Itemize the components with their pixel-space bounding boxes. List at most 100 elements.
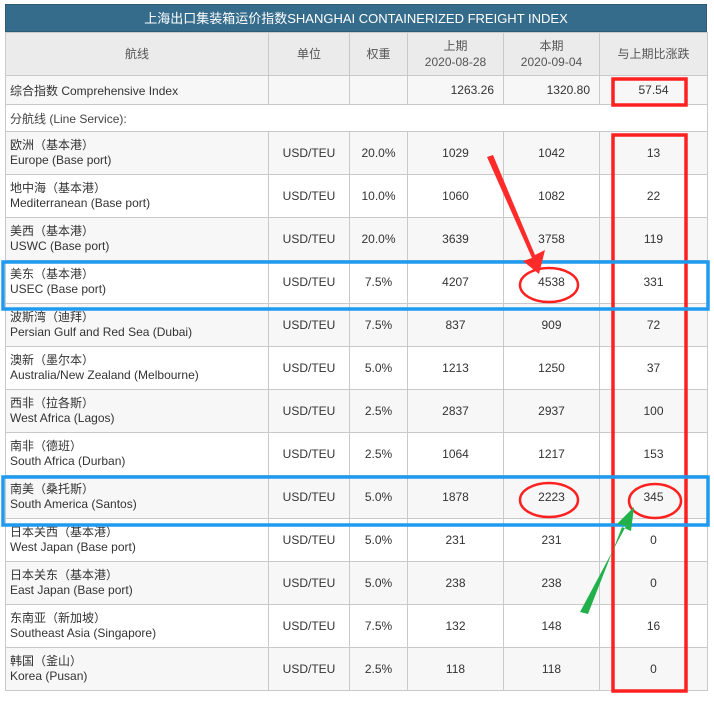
route-change: 13	[599, 131, 708, 175]
route-name: 东南亚（新加坡） Southeast Asia (Singapore)	[5, 604, 269, 648]
route-name-cn: 日本关东（基本港）	[10, 568, 119, 582]
route-name: 澳新（墨尔本） Australia/New Zealand (Melbourne)	[5, 346, 269, 390]
route-name-cn: 韩国（釜山）	[10, 654, 83, 668]
route-prev: 1060	[407, 174, 504, 218]
composite-prev: 1263.26	[407, 75, 504, 105]
route-prev: 1878	[407, 475, 504, 519]
route-change: 16	[599, 604, 708, 648]
route-name: 日本关西（基本港） West Japan (Base port)	[5, 518, 269, 562]
section-row: 分航线 (Line Service):	[5, 104, 708, 132]
route-change: 331	[599, 260, 708, 304]
route-prev: 3639	[407, 217, 504, 261]
route-unit: USD/TEU	[268, 647, 350, 691]
route-name-cn: 西非（拉各斯）	[10, 396, 95, 410]
route-change: 345	[599, 475, 708, 519]
header-weight: 权重	[349, 32, 408, 76]
freight-index-panel: 上海出口集装箱运价指数SHANGHAI CONTAINERIZED FREIGH…	[5, 4, 708, 691]
route-name: 南非（德班） South Africa (Durban)	[5, 432, 269, 476]
route-unit: USD/TEU	[268, 346, 350, 390]
route-name-en: USWC (Base port)	[10, 239, 110, 253]
header-curr-date: 2020-09-04	[520, 55, 583, 69]
composite-name: 综合指数 Comprehensive Index	[5, 75, 269, 105]
route-name-en: West Japan (Base port)	[10, 540, 136, 554]
composite-change: 57.54	[599, 75, 708, 105]
route-name: 美东（基本港） USEC (Base port)	[5, 260, 269, 304]
route-curr: 2223	[503, 475, 600, 519]
route-curr: 231	[503, 518, 600, 562]
route-prev: 1213	[407, 346, 504, 390]
route-unit: USD/TEU	[268, 303, 350, 347]
route-change: 119	[599, 217, 708, 261]
route-curr: 1042	[503, 131, 600, 175]
route-name: 欧洲（基本港） Europe (Base port)	[5, 131, 269, 175]
freight-index-table: 航线 单位 权重 上期 2020-08-28 本期 2020-09-04 与上期…	[5, 32, 708, 691]
composite-unit	[268, 75, 350, 105]
header-curr: 本期 2020-09-04	[503, 32, 600, 76]
route-weight: 5.0%	[349, 518, 408, 562]
composite-weight	[349, 75, 408, 105]
route-weight: 7.5%	[349, 260, 408, 304]
route-prev: 837	[407, 303, 504, 347]
route-name: 美西（基本港） USWC (Base port)	[5, 217, 269, 261]
composite-curr: 1320.80	[503, 75, 600, 105]
table-row: 美西（基本港） USWC (Base port) USD/TEU 20.0% 3639 3…	[5, 217, 708, 261]
header-change: 与上期比涨跌	[599, 32, 708, 76]
route-weight: 2.5%	[349, 432, 408, 476]
section-label: 分航线 (Line Service):	[5, 104, 708, 132]
table-row: 东南亚（新加坡） Southeast Asia (Singapore) USD/TE…	[5, 604, 708, 648]
route-name-cn: 地中海（基本港）	[10, 181, 107, 195]
route-name-en: West Africa (Lagos)	[10, 411, 115, 425]
header-route: 航线	[5, 32, 269, 76]
route-prev: 1029	[407, 131, 504, 175]
route-prev: 4207	[407, 260, 504, 304]
table-row: 西非（拉各斯） West Africa (Lagos) USD/TEU 2.5% 283…	[5, 389, 708, 433]
route-change: 100	[599, 389, 708, 433]
route-prev: 238	[407, 561, 504, 605]
route-name-cn: 南美（桑托斯）	[10, 482, 95, 496]
route-weight: 20.0%	[349, 217, 408, 261]
route-unit: USD/TEU	[268, 604, 350, 648]
route-unit: USD/TEU	[268, 475, 350, 519]
route-unit: USD/TEU	[268, 561, 350, 605]
route-curr: 3758	[503, 217, 600, 261]
route-curr: 1082	[503, 174, 600, 218]
route-prev: 132	[407, 604, 504, 648]
table-row: 地中海（基本港） Mediterranean (Base port) USD/TEU…	[5, 174, 708, 218]
route-change: 0	[599, 647, 708, 691]
route-weight: 5.0%	[349, 346, 408, 390]
route-curr: 909	[503, 303, 600, 347]
route-weight: 5.0%	[349, 475, 408, 519]
route-unit: USD/TEU	[268, 174, 350, 218]
header-row: 航线 单位 权重 上期 2020-08-28 本期 2020-09-04 与上期…	[5, 32, 708, 76]
header-unit: 单位	[268, 32, 350, 76]
route-name: 韩国（釜山） Korea (Pusan)	[5, 647, 269, 691]
route-weight: 10.0%	[349, 174, 408, 218]
route-weight: 7.5%	[349, 604, 408, 648]
route-name-cn: 美东（基本港）	[10, 267, 95, 281]
route-name-cn: 欧洲（基本港）	[10, 138, 95, 152]
table-title: 上海出口集装箱运价指数SHANGHAI CONTAINERIZED FREIGH…	[5, 4, 707, 32]
route-weight: 5.0%	[349, 561, 408, 605]
route-name-en: USEC (Base port)	[10, 282, 107, 296]
route-prev: 1064	[407, 432, 504, 476]
route-prev: 2837	[407, 389, 504, 433]
route-curr: 1250	[503, 346, 600, 390]
route-name-en: Southeast Asia (Singapore)	[10, 626, 157, 640]
table-row: 波斯湾（迪拜） Persian Gulf and Red Sea (Dubai) U…	[5, 303, 708, 347]
header-prev: 上期 2020-08-28	[407, 32, 504, 76]
route-prev: 231	[407, 518, 504, 562]
route-change: 22	[599, 174, 708, 218]
route-name-cn: 澳新（墨尔本）	[10, 353, 95, 367]
route-curr: 2937	[503, 389, 600, 433]
route-unit: USD/TEU	[268, 518, 350, 562]
table-row: 欧洲（基本港） Europe (Base port) USD/TEU 20.0% 102…	[5, 131, 708, 175]
header-prev-label: 上期	[443, 39, 468, 53]
route-name: 南美（桑托斯） South America (Santos)	[5, 475, 269, 519]
route-weight: 20.0%	[349, 131, 408, 175]
route-change: 0	[599, 561, 708, 605]
route-name: 波斯湾（迪拜） Persian Gulf and Red Sea (Dubai)	[5, 303, 269, 347]
route-prev: 118	[407, 647, 504, 691]
route-name-cn: 波斯湾（迪拜）	[10, 310, 95, 324]
route-name-en: Australia/New Zealand (Melbourne)	[10, 368, 199, 382]
route-weight: 2.5%	[349, 389, 408, 433]
